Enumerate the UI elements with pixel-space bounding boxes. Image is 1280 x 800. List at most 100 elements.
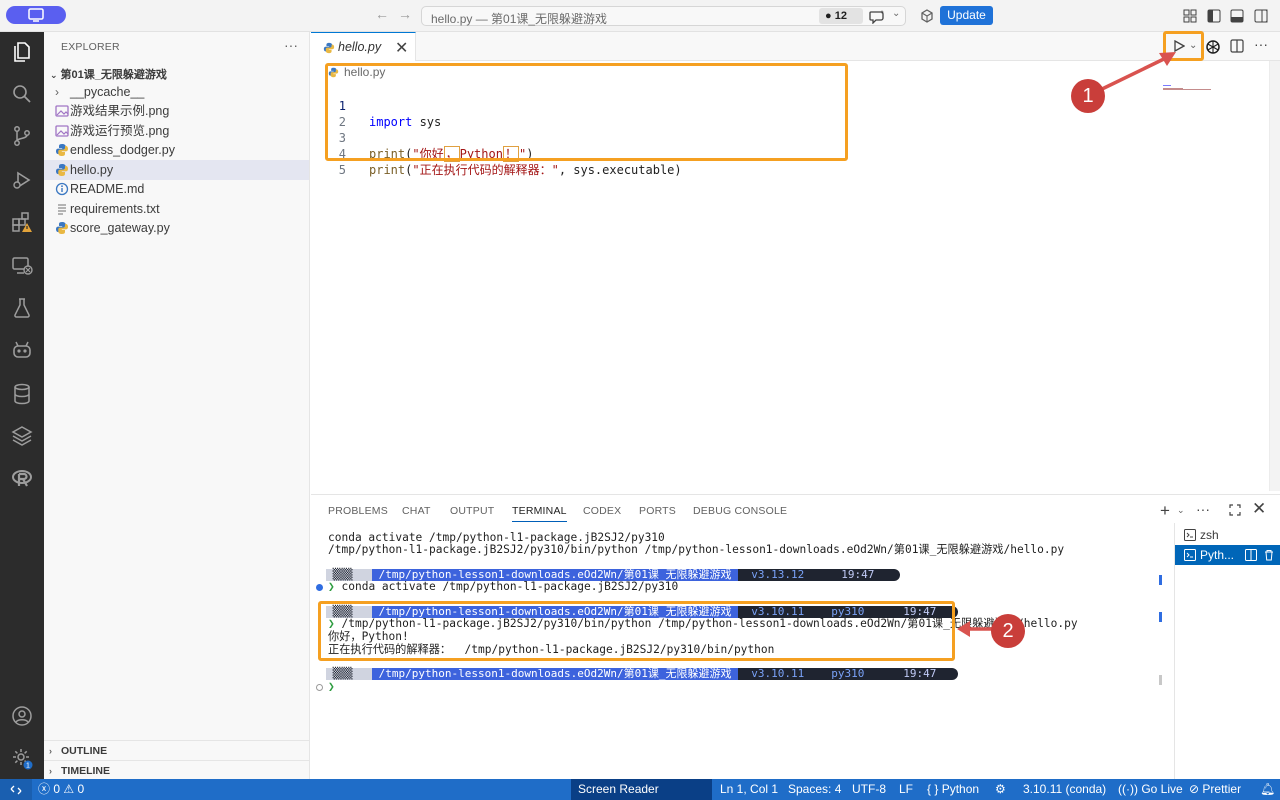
terminal-input-line[interactable]: ❯ — [328, 680, 335, 694]
explorer-more-button[interactable]: ··· — [284, 37, 298, 53]
forward-arrow-icon[interactable]: → — [398, 6, 412, 22]
braces-icon: { } — [927, 782, 939, 796]
close-panel-icon[interactable]: ✕ — [1252, 499, 1266, 519]
activity-bar: 1 — [0, 32, 44, 779]
prompt-glyph: ❯ — [328, 680, 335, 693]
prettier-status[interactable]: ⊘ Prettier — [1189, 779, 1241, 800]
update-button[interactable]: Update — [940, 6, 993, 25]
tree-item-image-preview[interactable]: 游戏运行预览.png — [44, 121, 309, 141]
tab-ports[interactable]: PORTS — [639, 505, 676, 517]
timeline-section[interactable]: › TIMELINE — [44, 760, 309, 780]
layers-icon[interactable] — [10, 424, 34, 448]
tab-codex[interactable]: CODEX — [583, 505, 621, 517]
extensions-warning-icon[interactable] — [10, 210, 34, 234]
toggle-panel-icon[interactable] — [1230, 9, 1244, 23]
line-number: 5 — [338, 163, 346, 177]
chevron-down-icon[interactable]: ⌄ — [1177, 505, 1185, 516]
toggle-secondary-sidebar-icon[interactable] — [1254, 9, 1268, 23]
scroll-marker — [1159, 612, 1162, 622]
outline-section[interactable]: › OUTLINE — [44, 740, 309, 760]
python-interpreter[interactable]: 3.10.11 (conda) — [1023, 779, 1106, 800]
tab-debug-console[interactable]: DEBUG CONSOLE — [693, 505, 787, 517]
chevron-down-icon[interactable]: ⌄ — [892, 8, 900, 19]
search-icon[interactable] — [10, 82, 34, 106]
annotation-box-code — [325, 63, 848, 161]
tree-item-pycache[interactable]: › __pycache__ — [44, 82, 309, 102]
explorer-files-icon[interactable] — [10, 40, 34, 64]
warning-count: 0 — [77, 782, 85, 796]
terminal-list: zsh Pyth... — [1174, 523, 1280, 780]
command-pending-dot — [316, 684, 323, 691]
settings-gear-icon[interactable]: 1 — [10, 746, 34, 770]
tab-terminal[interactable]: TERMINAL — [512, 505, 567, 522]
notifications-bell-icon[interactable]: 🔔︎ — [1260, 779, 1275, 800]
annotation-marker-2: 2 — [991, 614, 1025, 648]
tab-hello-py[interactable]: hello.py ✕ — [311, 32, 416, 61]
source-control-icon[interactable] — [10, 124, 34, 148]
chevron-right-icon: › — [49, 746, 52, 756]
workspace-folder[interactable]: ⌄ 第01课_无限躲避游戏 — [50, 66, 167, 82]
tree-item-label: endless_dodger.py — [70, 143, 175, 157]
prettier-icon: ⊘ — [1189, 782, 1200, 796]
tree-item-label: requirements.txt — [70, 202, 160, 216]
prompt-conda-env: py310 — [818, 668, 890, 680]
tree-item-endless-dodger[interactable]: endless_dodger.py — [44, 140, 309, 160]
cursor-position[interactable]: Ln 1, Col 1 — [720, 779, 778, 800]
more-actions-icon[interactable]: ··· — [1254, 36, 1268, 52]
info-icon — [55, 182, 69, 196]
tree-item-score-gateway[interactable]: score_gateway.py — [44, 218, 309, 238]
scroll-marker — [1159, 675, 1162, 685]
tab-chat[interactable]: CHAT — [402, 505, 431, 517]
new-terminal-plus-icon[interactable]: + — [1160, 501, 1170, 521]
toggle-primary-sidebar-icon[interactable] — [1207, 9, 1221, 23]
command-center-search[interactable]: hello.py — 第01课_无限躲避游戏 ● 12 ⌄ — [421, 6, 906, 26]
split-editor-icon[interactable] — [1230, 39, 1244, 53]
tree-item-label: score_gateway.py — [70, 221, 170, 235]
end-of-line[interactable]: LF — [899, 779, 913, 800]
remote-explorer-icon[interactable] — [10, 254, 34, 278]
screen-reader-mode[interactable]: Screen Reader Optimized — [571, 779, 712, 800]
error-icon: ⓧ — [38, 782, 51, 796]
prompt-node-version: v3.13.12 — [738, 569, 828, 581]
split-terminal-icon[interactable] — [1245, 549, 1257, 561]
terminal-item-zsh[interactable]: zsh — [1175, 525, 1280, 545]
language-mode[interactable]: { } Python — [927, 779, 979, 800]
tree-item-image-result[interactable]: 游戏结果示例.png — [44, 101, 309, 121]
tree-item-requirements[interactable]: requirements.txt — [44, 199, 309, 219]
editor-scrollbar[interactable] — [1269, 61, 1280, 491]
openai-chat-icon[interactable] — [1205, 39, 1221, 55]
maximize-panel-icon[interactable] — [1229, 504, 1241, 516]
indentation[interactable]: Spaces: 4 — [788, 779, 841, 800]
encoding[interactable]: UTF-8 — [852, 779, 886, 800]
tree-item-readme[interactable]: README.md — [44, 179, 309, 199]
accounts-cube-icon[interactable] — [920, 9, 934, 23]
python-icon — [56, 164, 68, 176]
svg-text:1: 1 — [26, 763, 30, 770]
remote-window-button[interactable] — [6, 6, 66, 24]
python-icon — [323, 42, 335, 54]
copilot-status-icon[interactable]: ⚙ — [995, 779, 1006, 800]
customize-layout-icon[interactable] — [1183, 9, 1197, 23]
terminal-item-python[interactable]: Pyth... — [1175, 545, 1280, 565]
back-arrow-icon[interactable]: ← — [375, 6, 389, 22]
copilot-chat-icon[interactable] — [869, 9, 885, 24]
r-language-icon[interactable] — [10, 466, 34, 490]
tab-output[interactable]: OUTPUT — [450, 505, 494, 517]
database-icon[interactable] — [10, 382, 34, 406]
testing-flask-icon[interactable] — [10, 296, 34, 320]
more-actions-icon[interactable]: ··· — [1196, 501, 1210, 517]
tree-item-hello-py[interactable]: hello.py — [44, 160, 309, 180]
run-and-debug-icon[interactable] — [10, 168, 34, 192]
problems-indicator[interactable]: ⓧ 0 ⚠ 0 — [38, 779, 84, 800]
account-icon[interactable] — [10, 704, 34, 728]
trash-icon[interactable] — [1263, 549, 1275, 561]
changes-badge[interactable]: ● 12 — [819, 8, 863, 24]
close-icon[interactable]: ✕ — [395, 38, 408, 58]
python-icon — [56, 144, 68, 156]
terminal-item-label: zsh — [1200, 528, 1219, 542]
tab-problems[interactable]: PROBLEMS — [328, 505, 388, 517]
terminal-item-label: Pyth... — [1200, 548, 1235, 562]
go-live-button[interactable]: ((·)) Go Live — [1118, 779, 1183, 800]
remote-indicator[interactable] — [0, 779, 32, 800]
copilot-bot-icon[interactable] — [10, 338, 34, 362]
